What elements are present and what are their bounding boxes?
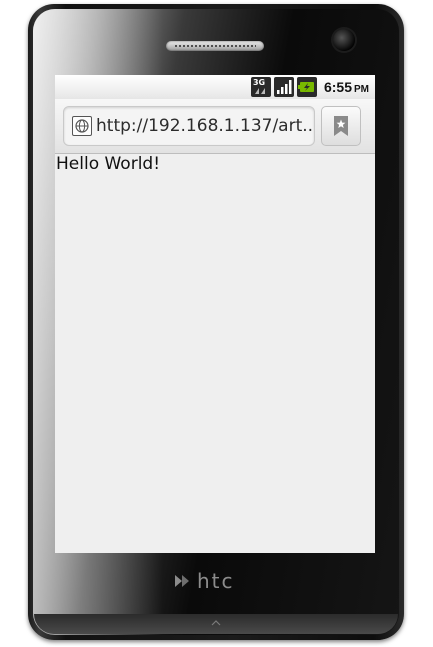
clock-time: 6:55 bbox=[323, 79, 352, 95]
browser-url-bar: http://192.168.1.137/art... bbox=[55, 99, 375, 154]
signal-strength-icon bbox=[273, 77, 294, 97]
speaker-grille bbox=[174, 44, 256, 48]
htc-logo-mark-icon bbox=[175, 575, 189, 587]
phone-screen: 3G 6:55 PM http://192.168.1.137/art... H… bbox=[55, 75, 375, 553]
brand-name: htc bbox=[197, 569, 235, 593]
globe-icon bbox=[72, 116, 92, 136]
status-bar: 3G 6:55 PM bbox=[55, 75, 375, 99]
bookmark-star-icon bbox=[334, 116, 348, 136]
clock-ampm: PM bbox=[354, 84, 369, 95]
chevron-up-icon bbox=[211, 620, 221, 626]
earpiece-speaker bbox=[166, 41, 264, 51]
front-camera bbox=[333, 29, 355, 51]
network-type-label: 3G bbox=[252, 78, 266, 87]
page-text: Hello World! bbox=[56, 154, 161, 174]
brand-logo: htc bbox=[173, 569, 263, 593]
url-text[interactable]: http://192.168.1.137/art... bbox=[96, 116, 314, 136]
web-page-content: Hello World! bbox=[55, 154, 375, 553]
status-clock: 6:55 PM bbox=[324, 79, 369, 95]
phone-bottom-strip bbox=[34, 614, 398, 634]
url-field[interactable]: http://192.168.1.137/art... bbox=[63, 106, 315, 146]
network-3g-icon: 3G bbox=[250, 77, 271, 97]
bookmark-button[interactable] bbox=[321, 106, 361, 146]
battery-charging-icon bbox=[296, 77, 317, 97]
